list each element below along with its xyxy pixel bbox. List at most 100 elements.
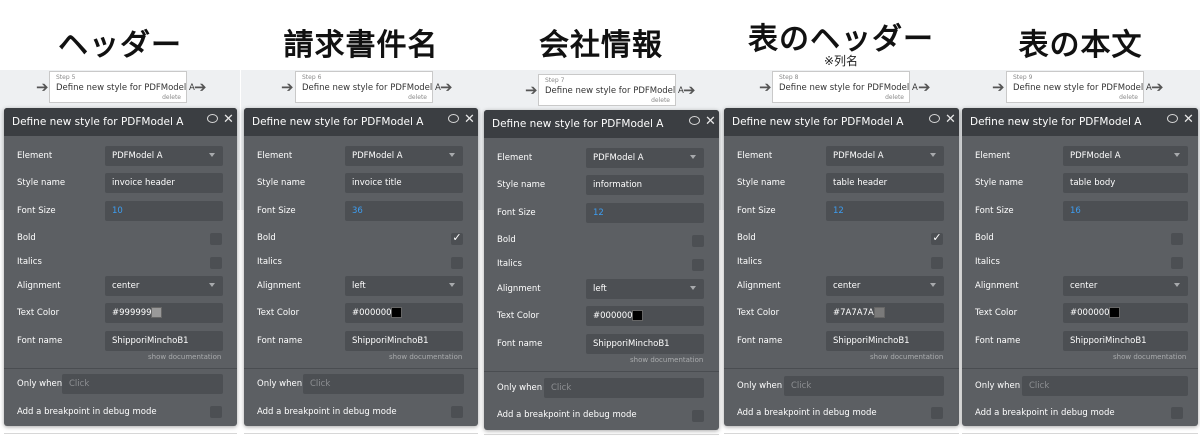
font-name-input[interactable]: ShipporiMinchoB1 — [345, 331, 463, 351]
workflow-step-card[interactable]: Step 5 Define new style for PDFModel A d… — [49, 71, 195, 103]
panel-header: Define new style for PDFModel A ✕ — [484, 110, 719, 138]
breakpoint-checkbox[interactable] — [692, 410, 704, 422]
element-dropdown[interactable]: PDFModel A — [1063, 146, 1188, 166]
color-swatch[interactable] — [632, 310, 643, 321]
only-when-label: Only when — [975, 381, 1021, 391]
breakpoint-checkbox[interactable] — [210, 406, 222, 418]
only-when-input[interactable]: Click — [784, 376, 944, 396]
element-dropdown[interactable]: PDFModel A — [826, 146, 944, 166]
italics-label: Italics — [17, 257, 42, 267]
element-dropdown[interactable]: PDFModel A — [105, 146, 223, 166]
style-name-value: table body — [1070, 178, 1116, 188]
close-icon[interactable]: ✕ — [1183, 113, 1194, 127]
text-color-picker[interactable]: #7A7A7A — [826, 303, 944, 323]
breakpoint-checkbox[interactable] — [451, 406, 463, 418]
text-color-picker[interactable]: #000000 — [1063, 303, 1188, 323]
only-when-input[interactable]: Click — [1022, 376, 1188, 396]
font-size-input[interactable]: 10 — [105, 201, 223, 221]
breakpoint-checkbox[interactable] — [931, 407, 943, 419]
panel-header: Define new style for PDFModel A ✕ — [4, 108, 237, 136]
workflow-step-card[interactable]: Step 7 Define new style for PDFModel A d… — [538, 74, 684, 106]
only-when-input[interactable]: Click — [544, 378, 704, 398]
style-name-input[interactable]: table body — [1063, 173, 1188, 193]
color-swatch[interactable] — [151, 307, 162, 318]
only-when-input[interactable]: Click — [62, 374, 223, 394]
alignment-dropdown[interactable]: center — [105, 276, 223, 296]
element-value: PDFModel A — [112, 151, 163, 161]
color-swatch[interactable] — [1109, 307, 1120, 318]
bold-checkbox[interactable]: ✓ — [931, 231, 943, 245]
comment-icon[interactable] — [929, 114, 940, 123]
italics-checkbox[interactable] — [1171, 257, 1183, 269]
bold-checkbox[interactable]: ✓ — [451, 231, 463, 245]
font-name-input[interactable]: ShipporiMinchoB1 — [826, 331, 944, 351]
breakpoint-label: Add a breakpoint in debug mode — [737, 408, 877, 418]
step-delete-link[interactable]: delete — [162, 94, 181, 101]
section-heading: 会社情報 — [539, 28, 663, 63]
italics-label: Italics — [975, 257, 1000, 267]
italics-checkbox[interactable] — [210, 257, 222, 269]
chevron-down-icon — [1174, 283, 1180, 287]
alignment-dropdown[interactable]: left — [345, 276, 463, 296]
show-documentation-link[interactable]: show documentation — [630, 356, 703, 364]
step-number: Step 7 — [545, 77, 565, 84]
bold-checkbox[interactable] — [1171, 233, 1183, 245]
workflow-step-card[interactable]: Step 8 Define new style for PDFModel A d… — [772, 71, 918, 103]
step-delete-link[interactable]: delete — [1119, 94, 1138, 101]
text-color-picker[interactable]: #000000 — [345, 303, 463, 323]
close-icon[interactable]: ✕ — [945, 113, 956, 127]
alignment-dropdown[interactable]: center — [826, 276, 944, 296]
step-delete-link[interactable]: delete — [885, 94, 904, 101]
bold-label: Bold — [257, 233, 276, 243]
font-name-input[interactable]: ShipporiMinchoB1 — [586, 334, 704, 354]
text-color-picker[interactable]: #000000 — [586, 306, 704, 326]
element-dropdown[interactable]: PDFModel A — [345, 146, 463, 166]
style-column-3: 表のヘッダー ※列名 ➔ Step 8 Define new style for… — [721, 0, 961, 446]
comment-icon[interactable] — [448, 114, 459, 123]
close-icon[interactable]: ✕ — [223, 113, 234, 127]
element-label: Element — [17, 151, 53, 161]
bold-checkbox[interactable] — [210, 233, 222, 245]
alignment-value: center — [112, 281, 140, 291]
only-when-placeholder: Click — [1029, 381, 1050, 391]
alignment-dropdown[interactable]: center — [1063, 276, 1188, 296]
italics-checkbox[interactable] — [931, 257, 943, 269]
close-icon[interactable]: ✕ — [705, 115, 716, 129]
show-documentation-link[interactable]: show documentation — [148, 353, 221, 361]
italics-checkbox[interactable] — [451, 257, 463, 269]
color-swatch[interactable] — [874, 307, 885, 318]
font-size-input[interactable]: 12 — [586, 203, 704, 223]
text-color-picker[interactable]: #999999 — [105, 303, 223, 323]
font-size-value: 12 — [593, 208, 604, 218]
comment-icon[interactable] — [207, 114, 218, 123]
font-name-input[interactable]: ShipporiMinchoB1 — [1063, 331, 1188, 351]
style-name-input[interactable]: invoice title — [345, 173, 463, 193]
font-size-input[interactable]: 36 — [345, 201, 463, 221]
bottom-rule — [484, 434, 719, 435]
comment-icon[interactable] — [1167, 114, 1178, 123]
workflow-step-card[interactable]: Step 6 Define new style for PDFModel A d… — [295, 71, 441, 103]
style-name-input[interactable]: invoice header — [105, 173, 223, 193]
color-swatch[interactable] — [391, 307, 402, 318]
show-documentation-link[interactable]: show documentation — [389, 353, 462, 361]
italics-checkbox[interactable] — [692, 259, 704, 271]
show-documentation-link[interactable]: show documentation — [1113, 353, 1186, 361]
breakpoint-checkbox[interactable] — [1171, 407, 1183, 419]
show-documentation-link[interactable]: show documentation — [870, 353, 943, 361]
step-delete-link[interactable]: delete — [408, 94, 427, 101]
step-delete-link[interactable]: delete — [651, 97, 670, 104]
only-when-input[interactable]: Click — [303, 374, 464, 394]
bold-checkbox[interactable] — [692, 235, 704, 247]
comment-icon[interactable] — [689, 116, 700, 125]
font-name-input[interactable]: ShipporiMinchoB1 — [105, 331, 223, 351]
step-number: Step 6 — [302, 74, 322, 81]
bottom-rule — [4, 433, 237, 434]
style-name-input[interactable]: information — [586, 175, 704, 195]
close-icon[interactable]: ✕ — [464, 113, 475, 127]
workflow-step-card[interactable]: Step 9 Define new style for PDFModel A d… — [1006, 71, 1152, 103]
alignment-dropdown[interactable]: left — [586, 279, 704, 299]
element-dropdown[interactable]: PDFModel A — [586, 148, 704, 168]
font-size-input[interactable]: 16 — [1063, 201, 1188, 221]
style-name-input[interactable]: table header — [826, 173, 944, 193]
font-size-input[interactable]: 12 — [826, 201, 944, 221]
